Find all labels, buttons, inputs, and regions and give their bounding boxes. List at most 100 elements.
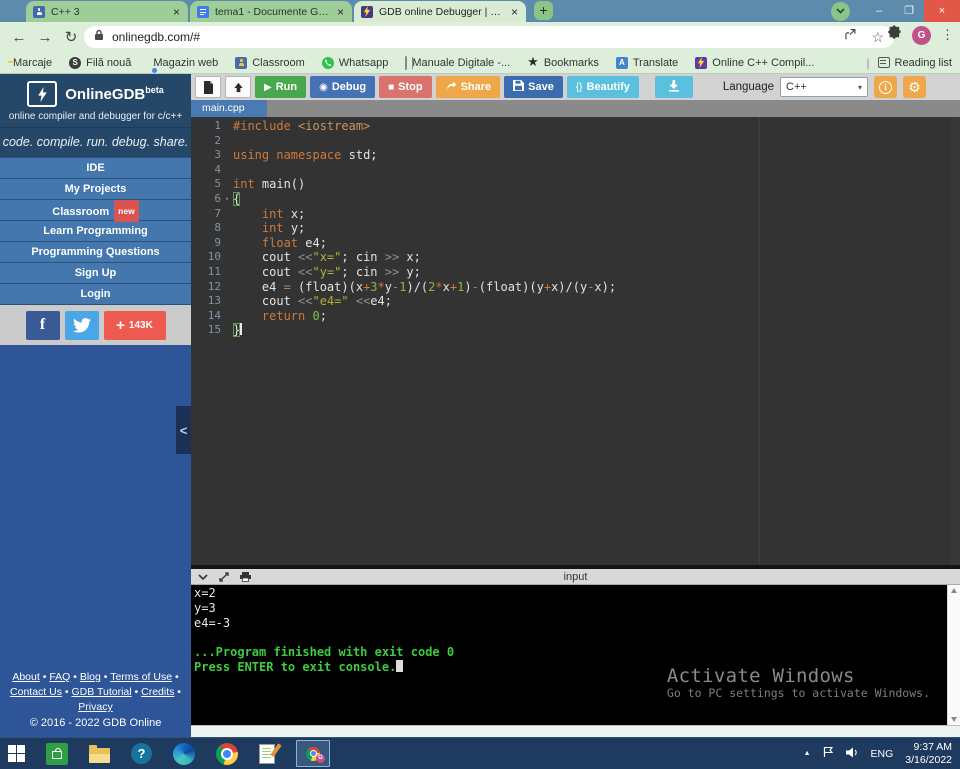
code-line[interactable]: 13 cout <<"e4=" <<e4; [191,294,960,309]
keyboard-language[interactable]: ENG [871,748,894,760]
bookmark-star-icon[interactable]: ☆ [871,29,884,46]
code-line[interactable]: 10 cout <<"x="; cin >> x; [191,250,960,265]
browser-tab[interactable]: tema1 - Documente Google× [190,1,352,22]
code-line[interactable]: 1#include <iostream> [191,119,960,134]
bookmark-item[interactable]: Classroom [235,57,305,69]
code-line[interactable]: 6▾{ [191,192,960,207]
download-button[interactable] [655,76,693,98]
facebook-button[interactable]: f [26,311,60,340]
tab-close-icon[interactable]: × [510,5,519,19]
speaker-icon[interactable] [846,745,859,763]
file-explorer-icon[interactable] [89,748,110,763]
footer-link[interactable]: Terms of Use [110,671,172,683]
bookmark-item[interactable]: Whatsapp [322,57,389,69]
code-line[interactable]: 8 int y; [191,221,960,236]
code-line[interactable]: 2 [191,134,960,149]
scroll-down-icon[interactable] [951,717,957,722]
stop-icon: ■ [388,82,394,93]
share-page-icon[interactable] [843,28,857,46]
follow-count-button[interactable]: + 143K [104,311,166,340]
notepad-icon[interactable] [259,744,275,764]
sidebar-item-login[interactable]: Login [0,283,191,304]
bookmark-item[interactable]: ★Bookmarks [527,56,599,69]
footer-link[interactable]: About [12,671,39,683]
bookmark-item[interactable]: ATranslate [616,57,678,69]
stop-button[interactable]: ■Stop [379,76,432,98]
store-icon[interactable] [46,743,68,765]
console-output[interactable]: x=2y=3e4=-3 ...Program finished with exi… [191,585,960,725]
taskbar-clock[interactable]: 9:37 AM 3/16/2022 [905,741,952,767]
debug-button[interactable]: ◉Debug [310,76,375,98]
footer-link[interactable]: Contact Us [10,686,62,698]
code-line[interactable]: 5int main() [191,177,960,192]
sidebar-item-sign-up[interactable]: Sign Up [0,262,191,283]
new-tab-button[interactable]: + [534,1,553,20]
beautify-button[interactable]: {}Beautify [567,76,639,98]
bookmark-item[interactable]: Marcaje [8,57,52,69]
browser-tab[interactable]: C++ 3× [26,1,188,22]
profile-avatar[interactable]: G [912,26,931,45]
new-file-button[interactable] [195,76,221,98]
back-icon[interactable]: ← [6,29,32,46]
language-select[interactable]: C++ ▾ [780,77,868,97]
info-button[interactable]: i [874,76,897,98]
code-line[interactable]: 4 [191,163,960,178]
share-button[interactable]: Share [436,76,501,98]
file-tab-main-cpp[interactable]: main.cpp [191,100,267,117]
sidebar-item-learn-programming[interactable]: Learn Programming [0,220,191,241]
editor-scrollbar[interactable] [950,117,960,565]
code-line[interactable]: 14 return 0; [191,309,960,324]
bookmark-label: Online C++ Compil... [712,57,814,69]
reading-list-button[interactable]: Reading list [878,57,952,69]
footer-link[interactable]: Blog [80,671,101,683]
minimize-button[interactable]: – [864,0,894,22]
browser-tab[interactable]: GDB online Debugger | Compiler× [354,1,526,22]
extensions-puzzle-icon[interactable] [887,25,902,45]
sidebar-item-my-projects[interactable]: My Projects [0,178,191,199]
bookmark-item[interactable]: SFilă nouă [69,57,131,69]
code-line[interactable]: 12 e4 = (float)(x+3*y-1)/(2*x+1)-(float)… [191,280,960,295]
help-icon[interactable]: ? [131,743,152,764]
start-button-icon[interactable] [8,745,25,762]
settings-button[interactable]: ⚙ [903,76,926,98]
footer-link[interactable]: GDB Tutorial [71,686,131,698]
sidebar-item-classroom[interactable]: Classroomnew [0,199,191,220]
edge-browser-icon[interactable] [173,743,195,765]
console-hscroll-strip[interactable] [191,725,960,737]
browser-menu-icon[interactable]: ⋮ [941,27,954,43]
tab-search-chevron-icon[interactable] [831,2,850,21]
close-button[interactable]: × [924,0,960,22]
footer-link[interactable]: FAQ [49,671,70,683]
code-line[interactable]: 15} [191,323,960,338]
restore-button[interactable]: ❐ [894,0,924,22]
bookmark-item[interactable]: Manuale Digitale -... [405,57,510,69]
tab-close-icon[interactable]: × [336,5,345,19]
code-line[interactable]: 7 int x; [191,207,960,222]
active-chrome-window-button[interactable]: G [296,740,330,767]
bookmark-item[interactable]: Magazin web [148,57,218,69]
run-button[interactable]: ▶Run [255,76,306,98]
tab-close-icon[interactable]: × [172,5,181,19]
chrome-browser-icon[interactable] [216,743,238,765]
code-line[interactable]: 3using namespace std; [191,148,960,163]
footer-link[interactable]: Privacy [78,701,112,713]
sidebar-collapse-handle[interactable]: < [176,406,191,454]
footer-link[interactable]: Credits [141,686,174,698]
scroll-up-icon[interactable] [951,588,957,593]
bookmark-item[interactable]: Online C++ Compil... [695,57,814,69]
twitter-button[interactable] [65,311,99,340]
reload-icon[interactable]: ↻ [58,28,84,46]
code-line[interactable]: 11 cout <<"y="; cin >> y; [191,265,960,280]
code-line[interactable]: 9 float e4; [191,236,960,251]
console-scrollbar[interactable] [947,585,960,725]
open-file-button[interactable] [225,76,251,98]
sidebar-item-ide[interactable]: IDE [0,157,191,178]
fold-arrow-icon[interactable]: ▾ [221,192,233,207]
code-editor[interactable]: 1#include <iostream>23using namespace st… [191,117,960,565]
save-button[interactable]: Save [504,76,563,98]
sidebar-item-programming-questions[interactable]: Programming Questions [0,241,191,262]
forward-icon[interactable]: → [32,29,58,46]
address-bar[interactable]: onlinegdb.com/# ☆ [84,26,894,48]
tray-expand-icon[interactable]: ▲ [804,750,811,757]
action-center-flag-icon[interactable] [823,745,834,763]
